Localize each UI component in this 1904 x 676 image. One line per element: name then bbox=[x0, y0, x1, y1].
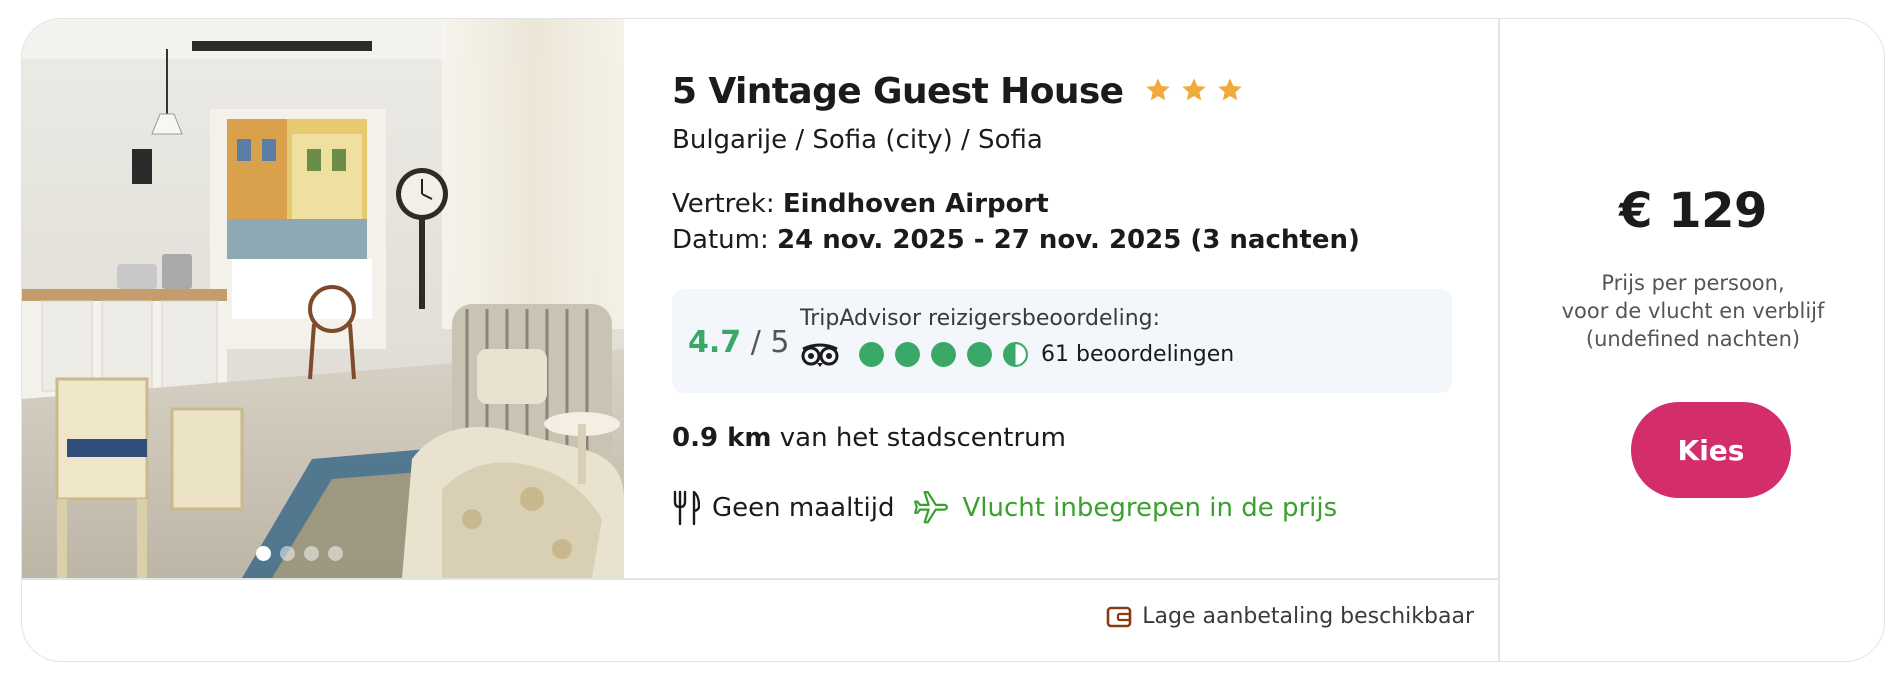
deposit-label: Lage aanbetaling beschikbaar bbox=[1142, 604, 1474, 629]
star-rating bbox=[1144, 76, 1244, 104]
hotel-name[interactable]: 5 Vintage Guest House bbox=[672, 71, 1124, 112]
rating-score-value: 4.7 bbox=[688, 325, 742, 360]
star-icon bbox=[1181, 77, 1206, 100]
departure-value: Eindhoven Airport bbox=[782, 189, 1049, 219]
departure-line: Vertrek: Eindhoven Airport bbox=[672, 189, 1049, 219]
distance-value: 0.9 km bbox=[672, 423, 772, 453]
rating-bubble-full bbox=[895, 342, 920, 367]
price-note-line: (undefined nachten) bbox=[1585, 327, 1801, 351]
meal-feature: Geen maaltijd bbox=[672, 490, 894, 526]
features-row: Geen maaltijd Vlucht inbegrepen in de pr… bbox=[672, 489, 1337, 527]
gallery-dot[interactable] bbox=[328, 546, 343, 561]
fork-knife-icon bbox=[673, 490, 700, 526]
hotel-info: 5 Vintage Guest House Bulgarije / Sofia … bbox=[672, 19, 1522, 579]
price-column: € 129 Prijs per persoon, voor de vlucht … bbox=[1500, 19, 1884, 661]
rating-bubbles bbox=[858, 341, 1029, 368]
date-line: Datum: 24 nov. 2025 - 27 nov. 2025 (3 na… bbox=[672, 225, 1360, 255]
distance-line: 0.9 km van het stadscentrum bbox=[672, 423, 1066, 453]
rating-score-max: / 5 bbox=[750, 325, 790, 360]
rating-score: 4.7 / 5 bbox=[688, 325, 789, 360]
kies-button[interactable]: Kies bbox=[1631, 402, 1791, 498]
flight-label: Vlucht inbegrepen in de prijs bbox=[962, 493, 1338, 523]
gallery-dot[interactable] bbox=[256, 546, 271, 561]
location-breadcrumb: Bulgarije / Sofia (city) / Sofia bbox=[672, 125, 1043, 155]
airplane-icon bbox=[914, 491, 949, 524]
rating-bubble-half bbox=[1003, 342, 1028, 367]
distance-text: van het stadscentrum bbox=[779, 423, 1066, 453]
gallery-dot[interactable] bbox=[304, 546, 319, 561]
footer-divider bbox=[22, 578, 1498, 580]
rating-bubble-full bbox=[931, 342, 956, 367]
review-count[interactable]: 61 beoordelingen bbox=[1041, 342, 1234, 367]
price-amount: € 129 bbox=[1619, 183, 1767, 239]
wallet-icon bbox=[1106, 606, 1132, 627]
deposit-notice: Lage aanbetaling beschikbaar bbox=[1106, 604, 1474, 629]
price-note: Prijs per persoon, voor de vlucht en ver… bbox=[1500, 269, 1884, 353]
hotel-card: 5 Vintage Guest House Bulgarije / Sofia … bbox=[21, 18, 1885, 662]
price-note-line: Prijs per persoon, bbox=[1601, 271, 1785, 295]
hotel-photo-image bbox=[22, 19, 624, 578]
price-note-line: voor de vlucht en verblijf bbox=[1561, 299, 1825, 323]
date-value: 24 nov. 2025 - 27 nov. 2025 (3 nachten) bbox=[776, 225, 1360, 255]
tripadvisor-label: TripAdvisor reizigersbeoordeling: bbox=[800, 306, 1161, 331]
rating-box: 4.7 / 5 TripAdvisor reizigersbeoordeling… bbox=[672, 289, 1452, 393]
tripadvisor-owl-icon bbox=[801, 343, 839, 367]
star-icon bbox=[1217, 77, 1242, 100]
departure-label: Vertrek: bbox=[672, 189, 775, 219]
title-row: 5 Vintage Guest House bbox=[672, 71, 1244, 112]
meal-label: Geen maaltijd bbox=[712, 493, 895, 523]
gallery-dots bbox=[256, 546, 343, 561]
date-label: Datum: bbox=[672, 225, 769, 255]
flight-feature: Vlucht inbegrepen in de prijs bbox=[912, 489, 1337, 527]
gallery-dot[interactable] bbox=[280, 546, 295, 561]
hotel-photo[interactable] bbox=[22, 19, 624, 578]
rating-bubble-full bbox=[859, 342, 884, 367]
rating-bubble-full bbox=[967, 342, 992, 367]
tripadvisor-row: 61 beoordelingen bbox=[800, 341, 1234, 368]
star-icon bbox=[1145, 77, 1170, 100]
